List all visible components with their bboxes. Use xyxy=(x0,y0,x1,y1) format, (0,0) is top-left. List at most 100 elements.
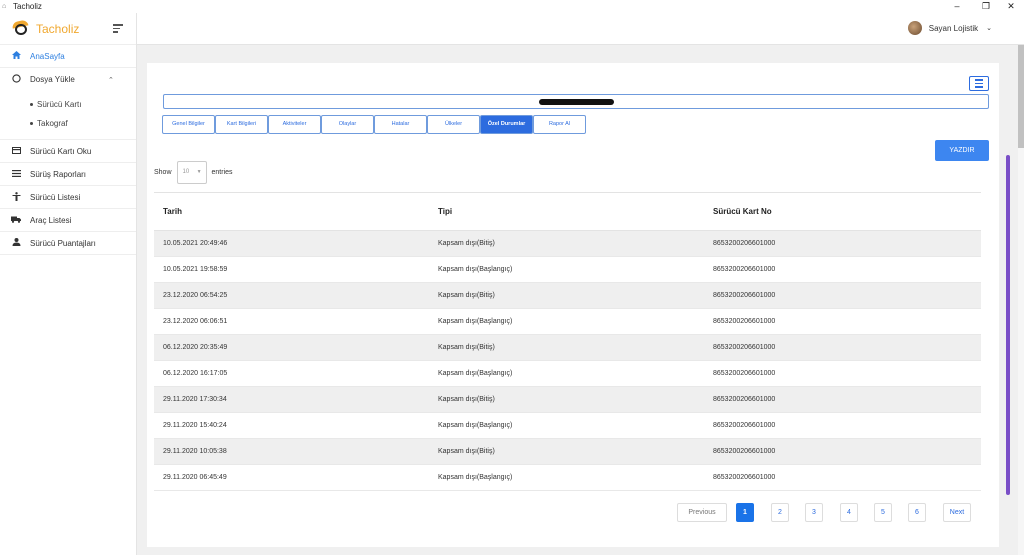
sidebar-item-label: Sürücü Listesi xyxy=(30,192,81,202)
previous-button[interactable]: Previous xyxy=(677,503,727,522)
table-row[interactable]: 29.11.2020 17:30:34 Kapsam dışı(Bitiş) 865… xyxy=(154,386,981,413)
sidebar-item-surus-raporlari[interactable]: Sürüş Raporları xyxy=(0,163,136,186)
sidebar-item-surucu-karti-oku[interactable]: Sürücü Kartı Oku xyxy=(0,140,136,163)
cell-kart-no: 8653200206601000 xyxy=(704,360,981,387)
page-6-button[interactable]: 6 xyxy=(908,503,926,522)
sidebar-item-arac-listesi[interactable]: Araç Listesi xyxy=(0,209,136,232)
table-row[interactable]: 29.11.2020 06:45:49 Kapsam dışı(Başlangıç… xyxy=(154,464,981,491)
tab-hatalar[interactable]: Hatalar xyxy=(374,115,427,134)
cell-tarih: 29.11.2020 06:45:49 xyxy=(154,464,429,491)
brand-name: Tacholiz xyxy=(36,21,80,36)
page-3-button[interactable]: 3 xyxy=(805,503,823,522)
print-button[interactable]: YAZDIR xyxy=(935,140,989,161)
minimize-button[interactable]: – xyxy=(946,0,968,13)
bullet-icon xyxy=(30,122,33,126)
content-card: Genel Bilgiler Kart Bilgileri Aktivitele… xyxy=(147,63,999,547)
cell-tipi: Kapsam dışı(Bitiş) xyxy=(429,282,704,309)
cell-tipi: Kapsam dışı(Başlangıç) xyxy=(429,256,704,283)
table-row[interactable]: 10.05.2021 20:49:46 Kapsam dışı(Bitiş) 865… xyxy=(154,230,981,257)
table-row[interactable]: 29.11.2020 15:40:24 Kapsam dışı(Başlangıç… xyxy=(154,412,981,439)
chevron-down-icon: ▼ xyxy=(196,169,202,175)
restore-button[interactable]: ❐ xyxy=(975,0,997,13)
table-row[interactable]: 06.12.2020 20:35:49 Kapsam dışı(Bitiş) 865… xyxy=(154,334,981,361)
cell-tipi: Kapsam dışı(Başlangıç) xyxy=(429,412,704,439)
circle-icon xyxy=(10,74,22,85)
close-button[interactable]: ✕ xyxy=(1000,0,1022,13)
page-1-button[interactable]: 1 xyxy=(736,503,754,522)
redacted-title-field xyxy=(163,94,989,109)
cell-kart-no: 8653200206601000 xyxy=(704,230,981,257)
column-header-tarih[interactable]: Tarih xyxy=(154,192,429,231)
table-row[interactable]: 10.05.2021 19:58:59 Kapsam dışı(Başlangıç… xyxy=(154,256,981,283)
chevron-down-icon: ⌄ xyxy=(986,25,992,32)
table-row[interactable]: 23.12.2020 06:54:25 Kapsam dışı(Bitiş) 865… xyxy=(154,282,981,309)
cell-kart-no: 8653200206601000 xyxy=(704,282,981,309)
entries-length-control: Show 10 ▼ entries xyxy=(154,161,233,184)
cell-kart-no: 8653200206601000 xyxy=(704,256,981,283)
sidebar-item-anasayfa[interactable]: AnaSayfa xyxy=(0,45,136,68)
cell-kart-no: 8653200206601000 xyxy=(704,308,981,335)
table-row[interactable]: 06.12.2020 16:17:05 Kapsam dışı(Başlangıç… xyxy=(154,360,981,387)
page-5-button[interactable]: 5 xyxy=(874,503,892,522)
sidebar-toggle-icon[interactable] xyxy=(113,24,123,35)
user-icon xyxy=(10,238,22,248)
cell-tipi: Kapsam dışı(Bitiş) xyxy=(429,334,704,361)
user-name: Sayan Lojistik xyxy=(928,23,979,33)
page-2-button[interactable]: 2 xyxy=(771,503,789,522)
table-header-row: Tarih Tipi Sürücü Kart No xyxy=(154,192,981,231)
user-menu[interactable]: Sayan Lojistik ⌄ xyxy=(907,21,992,35)
chevron-up-icon: ⌃ xyxy=(108,76,114,84)
sidebar-item-label: Dosya Yükle xyxy=(30,75,75,84)
avatar xyxy=(907,21,922,35)
person-icon xyxy=(10,191,22,203)
cell-tarih: 29.11.2020 15:40:24 xyxy=(154,412,429,439)
sidebar-item-dosya-yukle[interactable]: Dosya Yükle ⌃ xyxy=(0,68,136,91)
column-header-tipi[interactable]: Tipi xyxy=(429,192,704,231)
cell-kart-no: 8653200206601000 xyxy=(704,334,981,361)
cell-tipi: Kapsam dışı(Bitiş) xyxy=(429,386,704,413)
cell-tipi: Kapsam dışı(Başlangıç) xyxy=(429,308,704,335)
entries-label: entries xyxy=(211,169,233,176)
cell-tarih: 29.11.2020 10:05:38 xyxy=(154,438,429,465)
sidebar-item-surucu-listesi[interactable]: Sürücü Listesi xyxy=(0,186,136,209)
tab-olaylar[interactable]: Olaylar xyxy=(321,115,374,134)
accent-bar xyxy=(1006,155,1010,495)
page-scrollbar[interactable] xyxy=(1018,45,1024,555)
tab-ulkeler[interactable]: Ülkeler xyxy=(427,115,480,134)
sidebar: Tacholiz AnaSayfa Dosya Yükle ⌃ Sürücü K… xyxy=(0,13,137,555)
table-row[interactable]: 23.12.2020 06:06:51 Kapsam dışı(Başlangıç… xyxy=(154,308,981,335)
cell-tarih: 10.05.2021 20:49:46 xyxy=(154,230,429,257)
brand-logo[interactable]: Tacholiz xyxy=(0,13,136,45)
page-4-button[interactable]: 4 xyxy=(840,503,858,522)
cell-tipi: Kapsam dışı(Başlangıç) xyxy=(429,360,704,387)
redaction-mark xyxy=(539,99,614,105)
tab-genel-bilgiler[interactable]: Genel Bilgiler xyxy=(162,115,215,134)
tab-bar: Genel Bilgiler Kart Bilgileri Aktivitele… xyxy=(162,115,586,134)
tab-rapor-al[interactable]: Rapor Al xyxy=(533,115,586,134)
entries-select[interactable]: 10 ▼ xyxy=(176,161,207,184)
list-icon xyxy=(10,169,22,179)
sidebar-item-label: Sürüş Raporları xyxy=(30,169,87,179)
column-header-kart-no[interactable]: Sürücü Kart No xyxy=(704,192,981,231)
sidebar-submenu: Sürücü Kartı Takograf xyxy=(0,91,136,140)
table-row[interactable]: 29.11.2020 10:05:38 Kapsam dışı(Bitiş) 865… xyxy=(154,438,981,465)
sidebar-subitem-label: Takograf xyxy=(37,119,68,128)
menu-icon[interactable] xyxy=(969,76,989,91)
header: Sayan Lojistik ⌄ xyxy=(137,13,1024,45)
tab-aktiviteler[interactable]: Aktiviteler xyxy=(268,115,321,134)
tab-kart-bilgileri[interactable]: Kart Bilgileri xyxy=(215,115,268,134)
window-titlebar: ⌂ Tacholiz – ❐ ✕ xyxy=(0,0,1024,13)
cell-tarih: 23.12.2020 06:06:51 xyxy=(154,308,429,335)
scrollbar-thumb[interactable] xyxy=(1018,45,1024,148)
entries-select-value: 10 xyxy=(182,169,190,175)
tab-ozel-durumlar[interactable]: Özel Durumlar xyxy=(480,115,533,134)
next-button[interactable]: Next xyxy=(943,503,971,522)
sidebar-item-label: Sürücü Puantajları xyxy=(30,238,96,248)
events-table: Tarih Tipi Sürücü Kart No 10.05.2021 20:… xyxy=(154,192,981,491)
cell-tarih: 29.11.2020 17:30:34 xyxy=(154,386,429,413)
sidebar-item-surucu-puantajlari[interactable]: Sürücü Puantajları xyxy=(0,232,136,255)
sidebar-item-label: Sürücü Kartı Oku xyxy=(30,146,92,156)
sidebar-subitem-surucu-karti[interactable]: Sürücü Kartı xyxy=(0,95,136,114)
sidebar-subitem-takograf[interactable]: Takograf xyxy=(0,114,136,133)
cell-tarih: 06.12.2020 20:35:49 xyxy=(154,334,429,361)
